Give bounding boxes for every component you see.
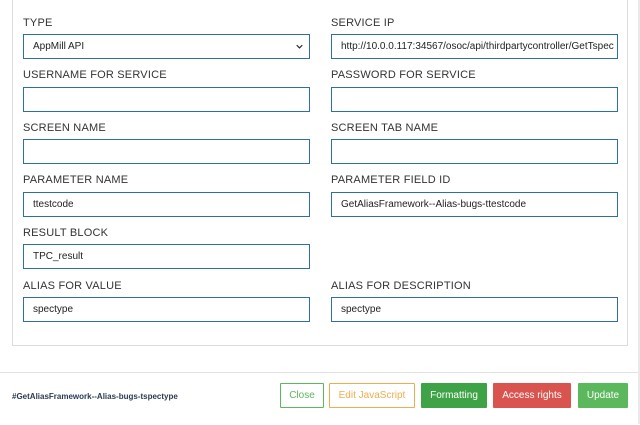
formatting-button[interactable]: Formatting [421, 383, 487, 408]
parameter-name-label: PARAMETER NAME [23, 174, 129, 186]
screen-name-input[interactable] [23, 139, 310, 164]
record-identifier: #GetAliasFramework--Alias-bugs-tspectype [12, 392, 178, 401]
alias-value-value: spectype [33, 304, 74, 315]
parameter-field-id-input[interactable]: GetAliasFramework--Alias-bugs-ttestcode [331, 192, 618, 217]
result-block-value: TPC_result [33, 251, 84, 262]
type-label: TYPE [23, 17, 53, 29]
alias-value-input[interactable]: spectype [23, 297, 310, 322]
service-ip-value: http://10.0.0.117:34567/osoc/api/thirdpa… [341, 41, 614, 52]
parameter-name-value: ttestcode [33, 199, 74, 210]
password-input[interactable] [331, 87, 618, 112]
screen-tab-input[interactable] [331, 139, 618, 164]
parameter-name-input[interactable]: ttestcode [23, 192, 310, 217]
parameter-field-id-label: PARAMETER FIELD ID [331, 174, 451, 186]
dialog: TYPE AppMill API SERVICE IP http://10.0.… [0, 0, 640, 425]
edit-javascript-button[interactable]: Edit JavaScript [329, 383, 415, 408]
username-input[interactable] [23, 87, 310, 112]
alias-value-label: ALIAS FOR VALUE [23, 280, 122, 292]
result-block-input[interactable]: TPC_result [23, 244, 310, 269]
service-ip-input[interactable]: http://10.0.0.117:34567/osoc/api/thirdpa… [331, 34, 618, 59]
type-select-value: AppMill API [33, 41, 85, 52]
access-rights-button[interactable]: Access rights [493, 383, 571, 408]
alias-description-input[interactable]: spectype [331, 297, 618, 322]
result-block-label: RESULT BLOCK [23, 227, 109, 239]
screen-tab-label: SCREEN TAB NAME [331, 122, 439, 134]
close-button[interactable]: Close [280, 383, 324, 408]
service-ip-label: SERVICE IP [331, 17, 395, 29]
alias-description-label: ALIAS FOR DESCRIPTION [331, 280, 471, 292]
chevron-down-icon [296, 44, 303, 49]
screen-name-label: SCREEN NAME [23, 122, 106, 134]
parameter-field-id-value: GetAliasFramework--Alias-bugs-ttestcode [341, 199, 527, 210]
password-label: PASSWORD FOR SERVICE [331, 69, 476, 81]
update-button[interactable]: Update [578, 383, 628, 408]
alias-description-value: spectype [341, 304, 382, 315]
type-select[interactable]: AppMill API [23, 34, 310, 59]
username-label: USERNAME FOR SERVICE [23, 69, 167, 81]
